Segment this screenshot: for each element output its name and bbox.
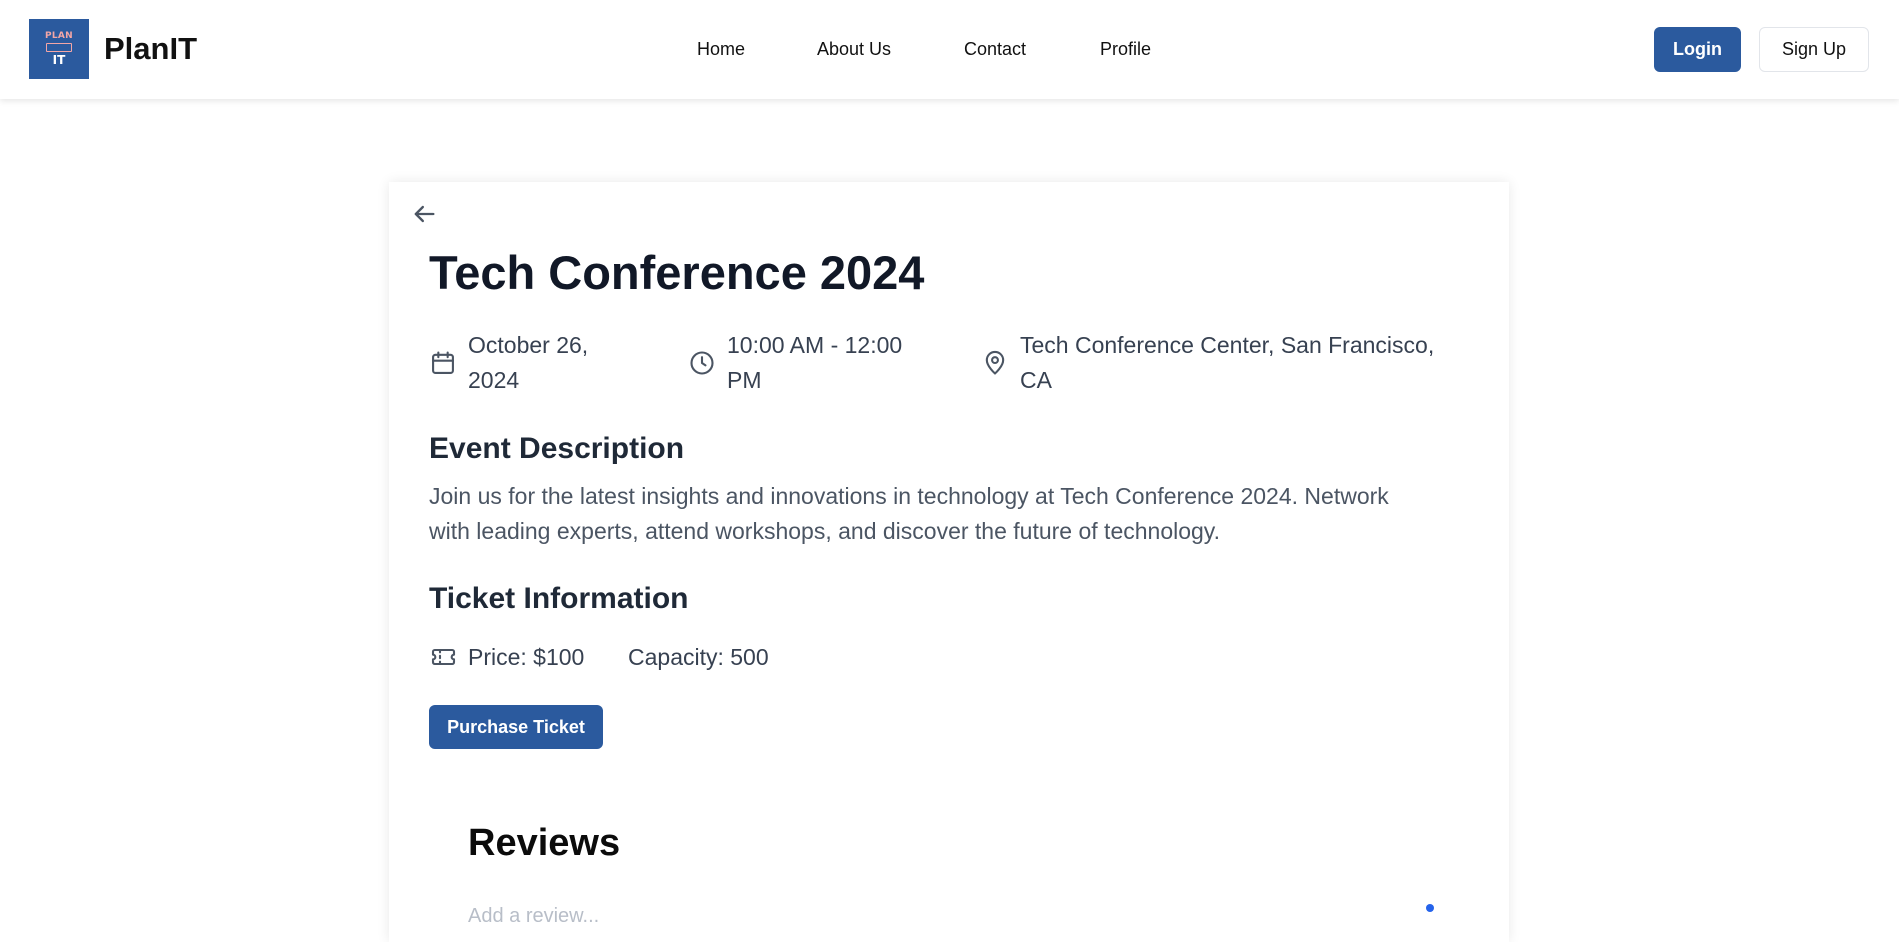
review-input[interactable]	[468, 896, 1428, 936]
nav-profile[interactable]: Profile	[1100, 38, 1151, 60]
logo-projector-icon	[46, 43, 72, 52]
brand-logo[interactable]: PLAN IT	[29, 19, 89, 79]
event-location-line2: CA	[1020, 367, 1052, 393]
event-time-line1: 10:00 AM - 12:00	[727, 332, 903, 358]
event-title: Tech Conference 2024	[429, 246, 925, 299]
event-date-line1: October 26,	[468, 332, 589, 358]
calendar-icon	[432, 351, 454, 374]
submit-review-indicator[interactable]	[1426, 904, 1434, 912]
description-heading: Event Description	[429, 432, 685, 465]
event-location-line1: Tech Conference Center, San Francisco,	[1020, 332, 1435, 358]
signup-button[interactable]: Sign Up	[1759, 27, 1869, 72]
brand-name[interactable]: PlanIT	[104, 30, 197, 68]
event-date: October 26, 2024	[468, 328, 588, 398]
nav-contact[interactable]: Contact	[964, 38, 1026, 60]
ticket-capacity: Capacity: 500	[628, 644, 769, 670]
nav-home[interactable]: Home	[697, 38, 745, 60]
login-button[interactable]: Login	[1654, 27, 1741, 72]
clock-icon	[690, 351, 714, 375]
event-description: Join us for the latest insights and inno…	[429, 479, 1469, 549]
event-date-line2: 2024	[468, 367, 520, 393]
event-time: 10:00 AM - 12:00 PM	[727, 328, 902, 398]
reviews-heading: Reviews	[468, 822, 621, 864]
event-time-line2: PM	[727, 367, 762, 393]
event-description-line2: with leading experts, attend workshops, …	[429, 518, 1220, 544]
map-pin-icon	[985, 350, 1005, 375]
event-location: Tech Conference Center, San Francisco, C…	[1020, 328, 1434, 398]
ticket-price: Price: $100	[468, 644, 585, 670]
ticket-icon	[431, 648, 456, 666]
arrow-left-icon[interactable]	[410, 200, 438, 228]
ticket-heading: Ticket Information	[429, 582, 689, 615]
logo-top-text: PLAN	[44, 31, 74, 41]
purchase-ticket-button[interactable]: Purchase Ticket	[429, 705, 603, 749]
top-navbar: PLAN IT PlanIT Home About Us Contact Pro…	[0, 0, 1899, 99]
nav-about-us[interactable]: About Us	[817, 38, 891, 60]
event-description-line1: Join us for the latest insights and inno…	[429, 483, 1389, 509]
logo-bottom-text: IT	[52, 53, 66, 67]
